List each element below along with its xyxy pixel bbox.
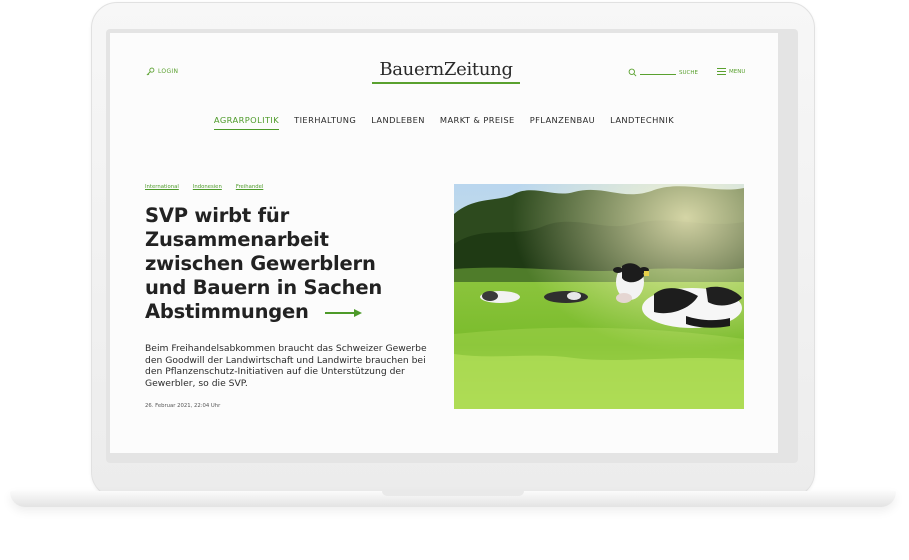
tag-link[interactable]: Indonesien: [193, 184, 222, 190]
article-lead: Beim Freihandelsabkommen braucht das Sch…: [145, 343, 427, 389]
hamburger-icon: [717, 68, 726, 75]
browser-screen: LOGIN BauernZeitung SUCHE MENU AGRARPOLI…: [110, 33, 778, 453]
key-icon: [146, 67, 155, 76]
tag-link[interactable]: International: [145, 184, 179, 190]
search-icon: [628, 68, 637, 77]
headline-text[interactable]: SVP wirbt für Zusammenarbeit zwischen Ge…: [145, 204, 382, 323]
laptop-base: [10, 491, 896, 507]
site-logo[interactable]: BauernZeitung: [372, 59, 520, 80]
menu-button[interactable]: MENU: [717, 68, 745, 75]
meadow-image: [454, 184, 744, 409]
article-photo-cows-meadow[interactable]: [454, 184, 744, 409]
article-tags: International Indonesien Freihandel: [145, 184, 263, 190]
article-date: 26. Februar 2021, 22:04 Uhr: [145, 403, 221, 409]
laptop-bezel: LOGIN BauernZeitung SUCHE MENU AGRARPOLI…: [106, 29, 798, 463]
arrow-right-icon: [325, 308, 363, 317]
search-label: SUCHE: [679, 69, 698, 76]
article-headline[interactable]: SVP wirbt für Zusammenarbeit zwischen Ge…: [145, 204, 407, 324]
search-field[interactable]: SUCHE: [628, 68, 698, 77]
nav-item-pflanzenbau[interactable]: PFLANZENBAU: [530, 115, 595, 130]
search-input-line[interactable]: [640, 74, 676, 75]
nav-item-landtechnik[interactable]: LANDTECHNIK: [610, 115, 674, 130]
main-navigation: AGRARPOLITIK TIERHALTUNG LANDLEBEN MARKT…: [110, 115, 778, 130]
nav-item-markt-preise[interactable]: MARKT & PREISE: [440, 115, 515, 130]
login-link[interactable]: LOGIN: [146, 67, 178, 76]
nav-item-tierhaltung[interactable]: TIERHALTUNG: [294, 115, 356, 130]
laptop-base-notch: [382, 491, 524, 496]
login-label: LOGIN: [158, 68, 179, 75]
menu-label: MENU: [729, 68, 746, 75]
nav-item-landleben[interactable]: LANDLEBEN: [371, 115, 425, 130]
nav-item-agrarpolitik[interactable]: AGRARPOLITIK: [213, 115, 280, 130]
laptop-lid: LOGIN BauernZeitung SUCHE MENU AGRARPOLI…: [91, 2, 815, 498]
tag-link[interactable]: Freihandel: [236, 184, 264, 190]
logo-underline: [372, 82, 520, 84]
